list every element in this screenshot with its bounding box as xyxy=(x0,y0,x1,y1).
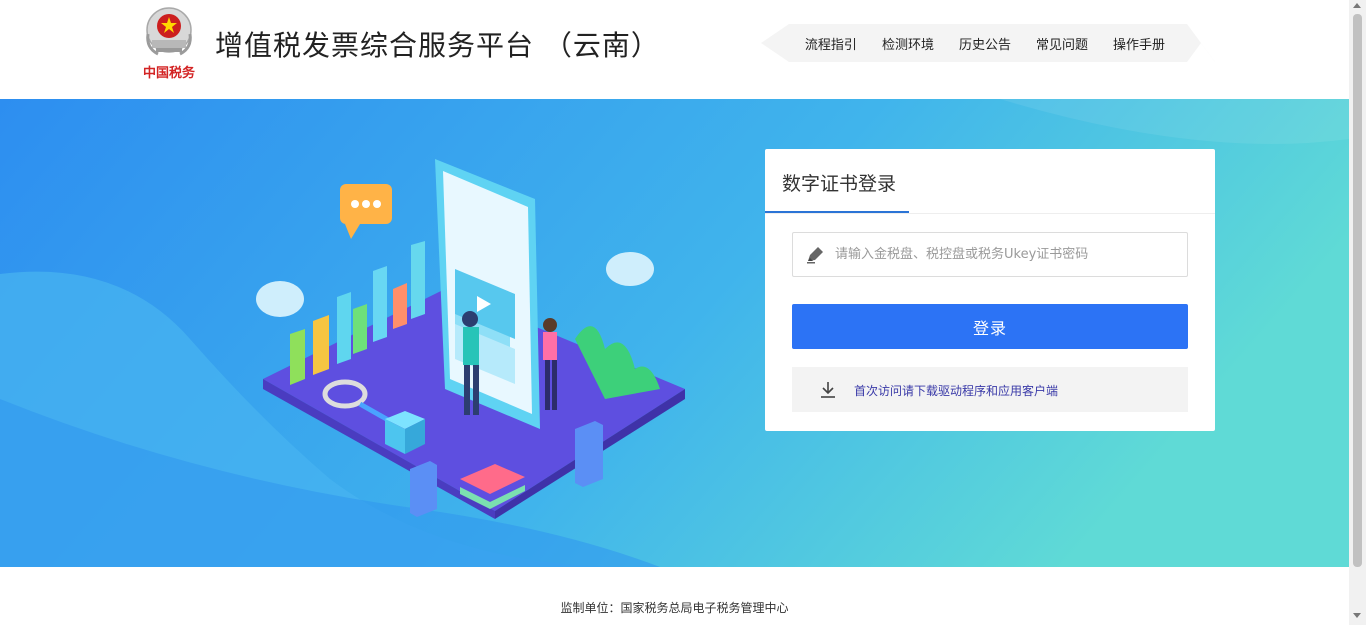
footer: 监制单位：国家税务总局电子税务管理中心 xyxy=(0,567,1349,625)
nav-check-environment[interactable]: 检测环境 xyxy=(882,34,934,53)
nav-user-manual[interactable]: 操作手册 xyxy=(1113,34,1165,53)
site-title: 增值税发票综合服务平台 （云南） xyxy=(215,29,660,62)
login-button[interactable]: 登录 xyxy=(792,304,1188,349)
page: 中国税务 增值税发票综合服务平台 （云南） 流程指引 检测环境 历史公告 常见问… xyxy=(0,0,1349,625)
scroll-down-arrow-icon[interactable] xyxy=(1353,613,1361,618)
active-tab-underline xyxy=(765,211,909,213)
logo-caption: 中国税务 xyxy=(143,65,196,81)
nav-history-announcements[interactable]: 历史公告 xyxy=(959,34,1011,53)
top-nav: 流程指引 检测环境 历史公告 常见问题 操作手册 xyxy=(761,24,1215,62)
pen-icon xyxy=(805,245,825,265)
login-card: 数字证书登录 登录 首次访问请下载驱动程序和应用客户端 xyxy=(765,149,1215,431)
tab-divider xyxy=(765,213,1215,214)
tax-emblem-icon: 中国税务 xyxy=(138,4,200,84)
vertical-scrollbar[interactable] xyxy=(1349,0,1366,625)
header: 中国税务 增值税发票综合服务平台 （云南） 流程指引 检测环境 历史公告 常见问… xyxy=(0,0,1349,99)
scroll-up-arrow-icon[interactable] xyxy=(1353,3,1361,8)
download-arrow-icon xyxy=(818,380,838,400)
download-driver-bar[interactable]: 首次访问请下载驱动程序和应用客户端 xyxy=(792,367,1188,412)
download-driver-link[interactable]: 首次访问请下载驱动程序和应用客户端 xyxy=(854,382,1058,399)
nav-process-guide[interactable]: 流程指引 xyxy=(805,34,857,53)
tab-digital-certificate-login[interactable]: 数字证书登录 xyxy=(782,169,896,196)
nav-faq[interactable]: 常见问题 xyxy=(1036,34,1088,53)
hero-banner: 数字证书登录 登录 首次访问请下载驱动程序和应用客户端 xyxy=(0,99,1349,567)
password-field[interactable] xyxy=(792,232,1188,277)
password-input[interactable] xyxy=(835,233,1175,276)
footer-supervisor-text: 监制单位：国家税务总局电子税务管理中心 xyxy=(560,601,789,615)
hero-illustration xyxy=(245,149,695,519)
scrollbar-thumb[interactable] xyxy=(1353,14,1362,567)
